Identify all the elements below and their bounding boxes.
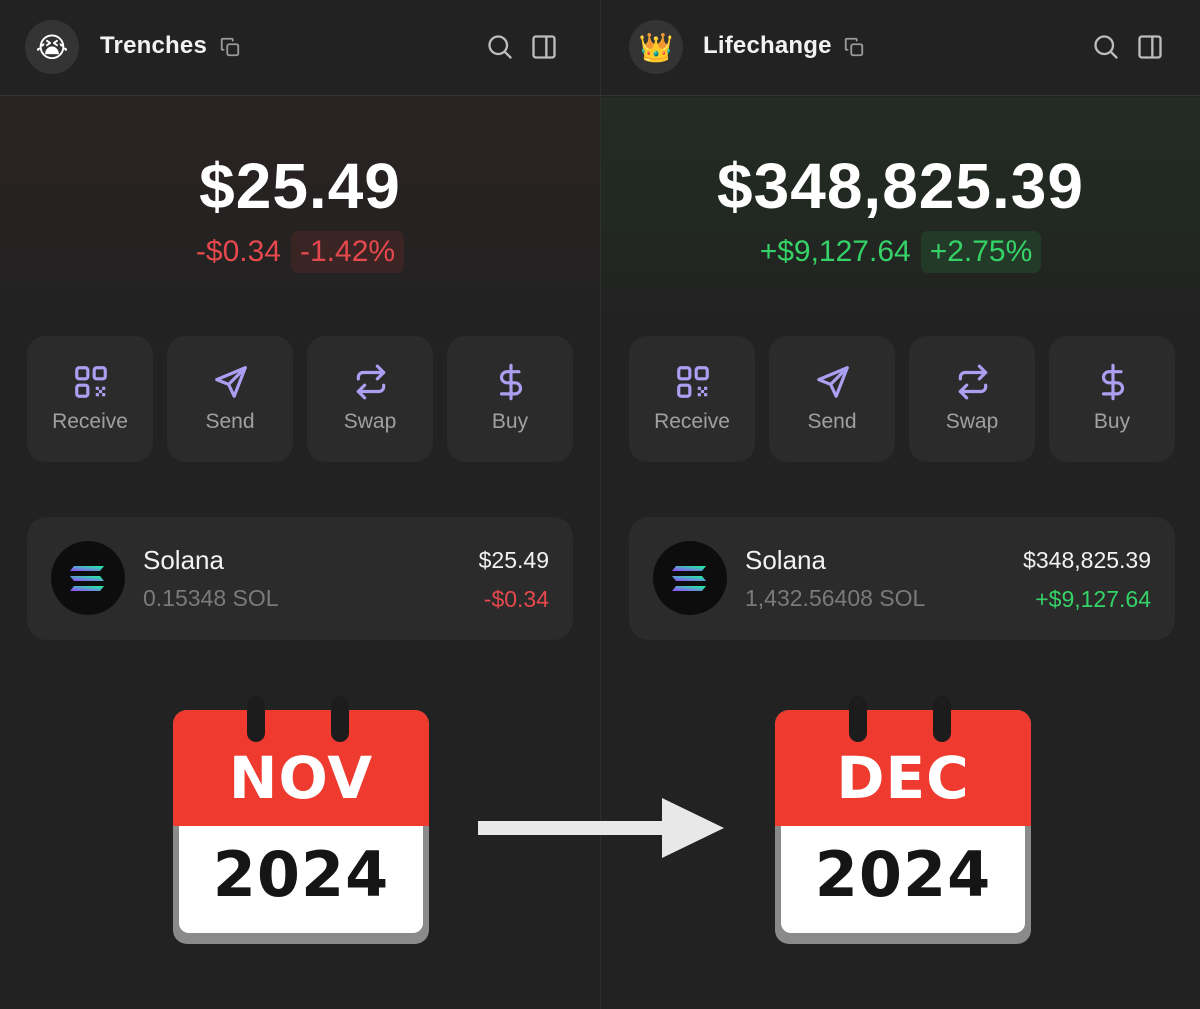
balance-section: $348,825.39 +$9,127.64 +2.75%	[601, 97, 1200, 317]
arrow-right-icon	[478, 798, 724, 858]
total-balance: $25.49	[199, 150, 401, 222]
qr-code-icon	[677, 366, 709, 398]
calendar-ring-icon	[933, 696, 951, 742]
calendar-ring-icon	[247, 696, 265, 742]
copy-icon[interactable]	[219, 36, 241, 58]
send-icon	[817, 366, 849, 398]
buy-button[interactable]: Buy	[1049, 336, 1175, 462]
dollar-icon	[1101, 363, 1124, 401]
swap-label: Swap	[945, 410, 999, 433]
token-value: $25.49	[478, 547, 549, 573]
send-label: Send	[807, 410, 857, 433]
copy-icon[interactable]	[843, 36, 865, 58]
swap-icon	[958, 364, 988, 400]
calendar-ring-icon	[331, 696, 349, 742]
receive-label: Receive	[52, 410, 128, 433]
wallet-header: 😭 Trenches	[0, 0, 600, 96]
balance-section: $25.49 -$0.34 -1.42%	[0, 97, 600, 317]
swap-label: Swap	[343, 410, 397, 433]
qr-code-icon	[75, 366, 107, 398]
swap-button[interactable]: Swap	[909, 336, 1035, 462]
dollar-icon	[499, 363, 522, 401]
buy-label: Buy	[491, 410, 529, 433]
calendar-year: 2024	[814, 838, 992, 911]
receive-button[interactable]: Receive	[629, 336, 755, 462]
sidebar-toggle-icon[interactable]	[530, 33, 558, 61]
token-name: Solana	[745, 545, 826, 575]
calendar-year: 2024	[212, 838, 390, 911]
send-icon	[215, 366, 247, 398]
balance-change: +$9,127.64 +2.75%	[601, 231, 1200, 273]
change-amount: -$0.34	[195, 235, 281, 268]
send-label: Send	[205, 410, 255, 433]
token-value: $348,825.39	[1023, 547, 1151, 573]
wallet-avatar[interactable]: 😭	[25, 20, 79, 74]
change-percent-badge: +2.75%	[920, 231, 1042, 273]
wallet-name[interactable]: Trenches	[100, 32, 207, 60]
wallet-name[interactable]: Lifechange	[703, 32, 832, 60]
token-amount: 0.15348 SOL	[143, 585, 279, 611]
solana-logo-icon	[653, 541, 727, 615]
sidebar-toggle-icon[interactable]	[1136, 33, 1164, 61]
change-amount: +$9,127.64	[759, 235, 911, 268]
token-change: +$9,127.64	[1035, 586, 1151, 612]
wallet-avatar[interactable]: 👑	[629, 20, 683, 74]
token-name: Solana	[143, 545, 224, 575]
calendar-icon-dec-2024: DEC 2024	[775, 696, 1031, 944]
token-row-solana[interactable]: Solana 0.15348 SOL $25.49 -$0.34	[27, 517, 573, 640]
comparison-stage: 😭 Trenches $25.49 -$0.34 -1.42% Receive …	[0, 0, 1200, 1009]
receive-label: Receive	[654, 410, 730, 433]
balance-change: -$0.34 -1.42%	[0, 231, 600, 273]
buy-button[interactable]: Buy	[447, 336, 573, 462]
send-button[interactable]: Send	[167, 336, 293, 462]
token-amount: 1,432.56408 SOL	[745, 585, 926, 611]
calendar-ring-icon	[849, 696, 867, 742]
change-percent-badge: -1.42%	[291, 231, 405, 273]
calendar-month: NOV	[228, 744, 374, 812]
buy-label: Buy	[1093, 410, 1131, 433]
total-balance: $348,825.39	[717, 150, 1084, 222]
token-row-solana[interactable]: Solana 1,432.56408 SOL $348,825.39 +$9,1…	[629, 517, 1175, 640]
solana-logo-icon	[51, 541, 125, 615]
calendar-icon-nov-2024: NOV 2024	[173, 696, 429, 944]
action-buttons: Receive Send Swap Buy	[27, 336, 573, 462]
send-button[interactable]: Send	[769, 336, 895, 462]
search-icon[interactable]	[1092, 33, 1120, 61]
swap-button[interactable]: Swap	[307, 336, 433, 462]
action-buttons: Receive Send Swap Buy	[629, 336, 1175, 462]
calendar-month: DEC	[836, 744, 970, 812]
receive-button[interactable]: Receive	[27, 336, 153, 462]
token-change: -$0.34	[483, 586, 549, 612]
wallet-header: 👑 Lifechange	[601, 0, 1200, 96]
swap-icon	[356, 364, 386, 400]
search-icon[interactable]	[486, 33, 514, 61]
